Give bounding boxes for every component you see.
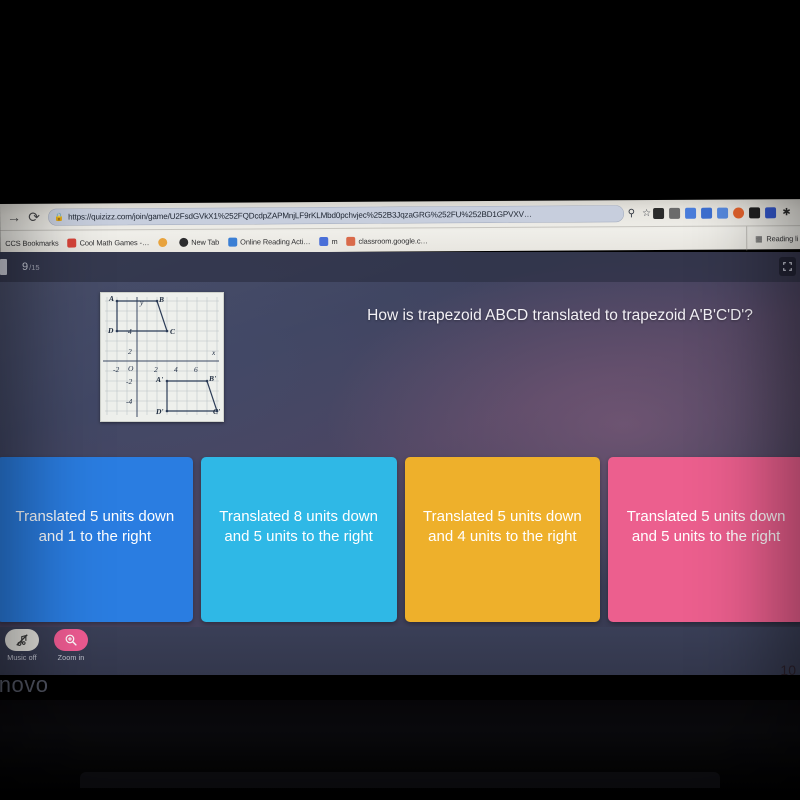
- svg-text:6: 6: [194, 365, 198, 374]
- quiz-top-bar: 9 /15: [0, 252, 800, 282]
- svg-text:-2: -2: [113, 365, 119, 374]
- question-area: x y O -2 2 4 6 4 2 -2 -4 A B C D A' B' C…: [0, 288, 800, 422]
- orange-circle-icon: [158, 237, 168, 247]
- svg-text:x: x: [211, 348, 216, 357]
- bookmark-label: classroom.google.c…: [358, 235, 428, 246]
- coordinate-graph-figure: x y O -2 2 4 6 4 2 -2 -4 A B C D A' B' C…: [100, 292, 224, 422]
- zoom-in-label: Zoom in: [57, 653, 85, 662]
- extensions-menu-icon[interactable]: ✱: [781, 207, 792, 218]
- address-bar[interactable]: 🔒 https://quizizz.com/join/game/U2FsdGVk…: [48, 204, 624, 226]
- lenovo-logo: enovo: [0, 672, 49, 697]
- answer-option-label: Translated 8 units down and 5 units to t…: [219, 508, 378, 545]
- extensions-row: ✱: [653, 207, 796, 219]
- extension-4-icon[interactable]: [701, 207, 713, 219]
- svg-text:4: 4: [174, 365, 178, 374]
- svg-text:D': D': [155, 407, 164, 416]
- bookmarks-bar: CCS Bookmarks Cool Math Games -… New Tab…: [0, 225, 800, 255]
- google-classroom-icon: [346, 236, 356, 246]
- bookmark-label: CCS Bookmarks: [5, 238, 59, 248]
- answer-option-4[interactable]: Translated 5 units down and 5 units to t…: [608, 457, 800, 622]
- bookmark-m[interactable]: m: [319, 236, 338, 246]
- question-counter: 9 /15: [22, 261, 40, 273]
- reading-list-icon: ▦: [755, 233, 763, 243]
- zoom-in-pill: [54, 629, 88, 651]
- laptop-lip: [80, 772, 720, 788]
- extension-7-icon[interactable]: [749, 206, 761, 218]
- svg-text:D: D: [107, 326, 114, 335]
- bookmark-online-reading-activities[interactable]: Online Reading Acti…: [228, 237, 310, 247]
- bookmark-orange-site[interactable]: [158, 237, 170, 247]
- reading-list-button[interactable]: ▦ Reading li: [746, 226, 799, 251]
- answer-option-label: Translated 5 units down and 4 units to t…: [423, 508, 582, 545]
- question-text: How is trapezoid ABCD translated to trap…: [367, 307, 753, 324]
- question-total: /15: [29, 263, 40, 272]
- cool-math-games-icon: [67, 238, 77, 248]
- bookmark-classroom-google[interactable]: classroom.google.c…: [346, 235, 428, 246]
- quiz-bottom-toolbar: Music off Zoom in: [0, 627, 800, 675]
- svg-text:2: 2: [154, 365, 158, 374]
- url-text: https://quizizz.com/join/game/U2FsdGVkX1…: [68, 209, 532, 222]
- answer-option-2[interactable]: Translated 8 units down and 5 units to t…: [200, 457, 397, 622]
- svg-text:-2: -2: [126, 377, 132, 386]
- globe-icon: [179, 237, 189, 247]
- svg-text:A: A: [108, 294, 114, 303]
- location-pin-icon[interactable]: ⚲: [628, 208, 635, 219]
- svg-text:B: B: [158, 295, 164, 304]
- extension-3-icon[interactable]: [685, 207, 697, 219]
- bookmark-cool-math-games[interactable]: Cool Math Games -…: [67, 237, 150, 248]
- omnibox-actions: ⚲ ☆: [628, 208, 653, 219]
- corner-number: 10: [780, 662, 796, 678]
- fullscreen-button[interactable]: [779, 257, 796, 276]
- svg-text:-4: -4: [126, 397, 132, 406]
- fullscreen-icon: [783, 262, 792, 271]
- photo-top-border: [0, 0, 800, 204]
- bookmark-label: New Tab: [191, 237, 220, 247]
- magnifier-plus-icon: [65, 634, 77, 646]
- reading-list-label: Reading li: [766, 233, 799, 243]
- answer-option-label: Translated 5 units down and 1 to the rig…: [15, 508, 175, 545]
- music-off-pill: [5, 629, 39, 651]
- svg-text:2: 2: [128, 347, 132, 356]
- extension-1-icon[interactable]: [653, 207, 665, 219]
- quizizz-game-screen: 9 /15 x y O -2 2 4 6 4 2 -2 -4 A B C D A…: [0, 252, 800, 627]
- answer-option-label: Translated 5 units down and 5 units to t…: [626, 508, 786, 545]
- svg-text:O: O: [128, 364, 134, 373]
- music-off-button[interactable]: Music off: [5, 629, 39, 662]
- zoom-in-button[interactable]: Zoom in: [54, 629, 88, 662]
- answer-options: Translated 5 units down and 1 to the rig…: [0, 457, 800, 622]
- reload-icon[interactable]: ⟳: [24, 207, 44, 227]
- music-off-label: Music off: [7, 653, 37, 662]
- bar-chart-icon: [228, 237, 238, 247]
- coordinate-graph-svg: x y O -2 2 4 6 4 2 -2 -4 A B C D A' B' C…: [101, 293, 221, 419]
- bookmark-label: Online Reading Acti…: [240, 236, 311, 247]
- svg-text:C': C': [213, 407, 220, 416]
- bookmark-ccs-bookmarks[interactable]: CCS Bookmarks: [5, 238, 58, 247]
- answer-option-1[interactable]: Translated 5 units down and 1 to the rig…: [0, 457, 193, 622]
- forward-icon[interactable]: →: [4, 207, 24, 227]
- bookmark-star-icon[interactable]: ☆: [642, 208, 651, 219]
- screenshot-photo: → ⟳ 🔒 https://quizizz.com/join/game/U2Fs…: [0, 0, 800, 800]
- svg-text:y: y: [139, 298, 144, 307]
- bookmark-new-tab[interactable]: New Tab: [179, 237, 220, 247]
- music-note-slash-icon: [16, 634, 28, 646]
- extension-2-icon[interactable]: [669, 207, 681, 219]
- extension-5-icon[interactable]: [717, 207, 729, 219]
- browser-chrome: → ⟳ 🔒 https://quizizz.com/join/game/U2Fs…: [0, 199, 800, 255]
- extension-6-icon[interactable]: [733, 206, 745, 219]
- svg-text:A': A': [155, 375, 163, 384]
- m-site-icon: [319, 236, 329, 246]
- question-number: 9: [22, 261, 29, 273]
- bookmark-label: Cool Math Games -…: [79, 237, 150, 248]
- extension-8-icon[interactable]: [765, 206, 777, 218]
- svg-text:B': B': [208, 374, 216, 383]
- bookmark-label: m: [331, 236, 338, 246]
- answer-option-3[interactable]: Translated 5 units down and 4 units to t…: [404, 457, 601, 622]
- progress-indicator: [0, 259, 7, 275]
- lock-icon: 🔒: [54, 212, 65, 222]
